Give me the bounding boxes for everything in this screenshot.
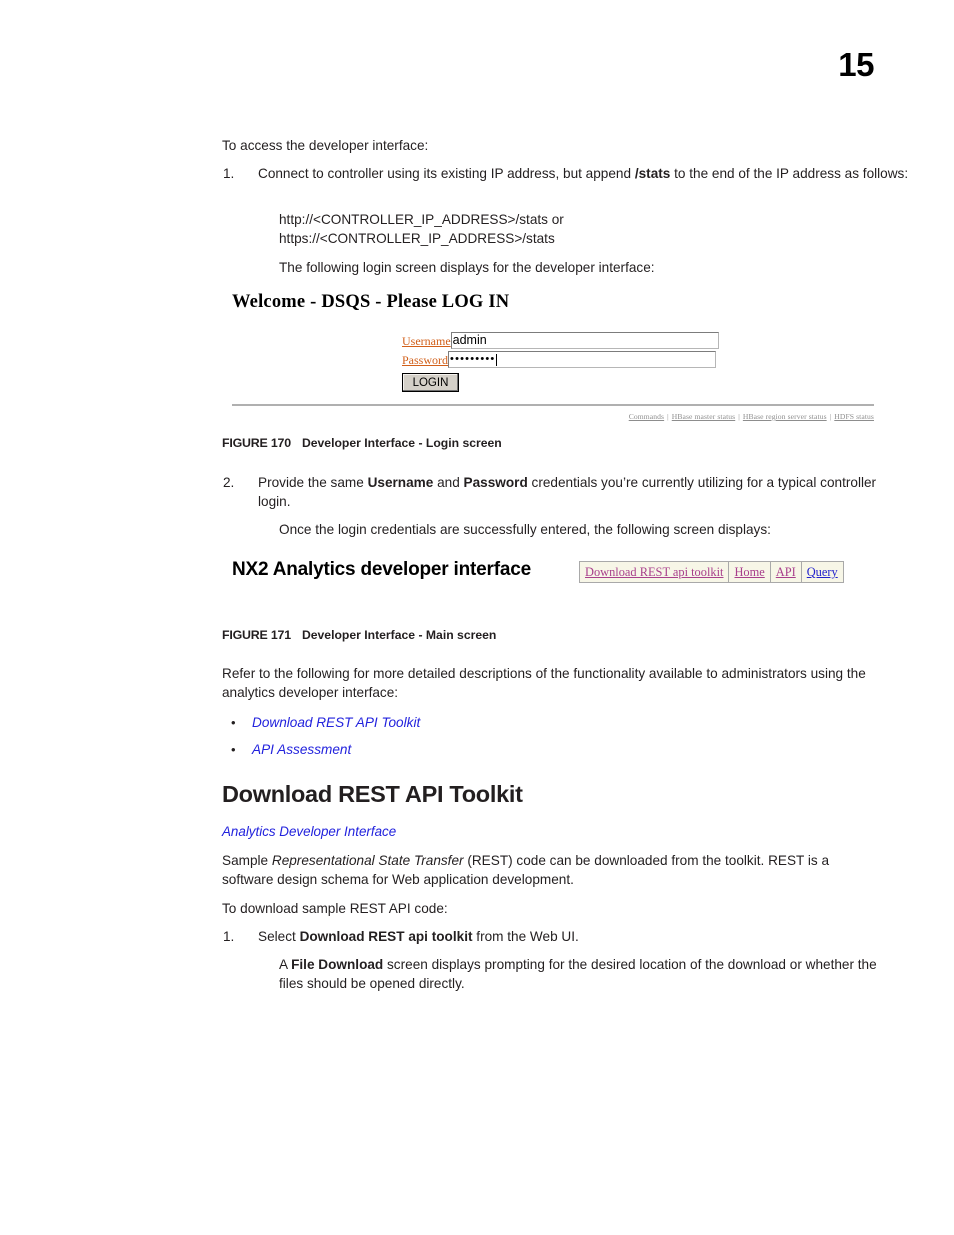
- download-lead: To download sample REST API code:: [222, 901, 448, 916]
- step-2-text: Provide the same Username and Password c…: [258, 473, 910, 511]
- username-label[interactable]: Username: [402, 332, 451, 351]
- login-form: Username admin Password ••••••••• LOGIN: [402, 332, 719, 392]
- footer-separator-1: |: [667, 412, 669, 421]
- figure-170-number: FIGURE 170: [222, 436, 291, 450]
- footer-link-hbase-master-status[interactable]: HBase master status: [672, 412, 735, 421]
- footer-link-hbase-region-server-status[interactable]: HBase region server status: [743, 412, 827, 421]
- link-download-rest-api-toolkit[interactable]: Download REST API Toolkit: [252, 715, 420, 730]
- step-1-text-b: to the end of the IP address as follows:: [670, 166, 909, 181]
- nav-cell-api[interactable]: API: [771, 562, 802, 582]
- figure-main-screen: NX2 Analytics developer interface Downlo…: [232, 558, 852, 592]
- substep-text-a: A: [279, 957, 292, 972]
- section-xref-wrapper: Analytics Developer Interface: [222, 823, 874, 841]
- figure-171-title: Developer Interface - Main screen: [301, 628, 497, 642]
- nav-link-api[interactable]: API: [776, 562, 796, 582]
- link-api-assessment[interactable]: API Assessment: [252, 742, 351, 757]
- page-number: 15: [838, 46, 874, 83]
- substep-bold: File Download: [291, 957, 384, 972]
- developer-interface-navbar: Download REST api toolkit Home API Query: [579, 561, 844, 583]
- username-row: Username admin: [402, 332, 719, 351]
- step-1-text: Connect to controller using its existing…: [258, 164, 910, 183]
- step-2-text-a: Provide the same: [258, 475, 368, 490]
- nav-link-query[interactable]: Query: [807, 562, 838, 582]
- login-footer-links: Commands | HBase master status | HBase regio…: [629, 412, 874, 421]
- list-item: • API Assessment: [222, 736, 822, 763]
- username-input[interactable]: admin: [450, 332, 719, 349]
- step-download-bold: Download REST api toolkit: [299, 929, 473, 944]
- nav-cell-download-rest-api-toolkit[interactable]: Download REST api toolkit: [580, 562, 730, 582]
- list-item: • Download REST API Toolkit: [222, 709, 822, 736]
- nav-link-download-rest-api-toolkit[interactable]: Download REST api toolkit: [585, 562, 723, 582]
- step-download-substep: A File Download screen displays promptin…: [222, 955, 901, 993]
- step-1-number: 1.: [223, 166, 235, 181]
- figure-170-caption: FIGURE 170 Developer Interface - Login sc…: [222, 436, 502, 450]
- text-caret: [496, 353, 498, 366]
- figure-170-title: Developer Interface - Login screen: [301, 436, 502, 450]
- figure-171-number: FIGURE 171: [222, 628, 291, 642]
- step-2-text-b: and: [433, 475, 464, 490]
- main-screen-title: NX2 Analytics developer interface: [232, 559, 531, 580]
- step-download-text-b: from the Web UI.: [472, 929, 579, 944]
- step-download-number: 1.: [223, 929, 235, 944]
- link-analytics-developer-interface[interactable]: Analytics Developer Interface: [222, 824, 396, 839]
- page-title: Download REST API Toolkit: [222, 781, 523, 807]
- nav-cell-home[interactable]: Home: [729, 562, 771, 582]
- url-line-1: http://<CONTROLLER_IP_ADDRESS>/stats or: [279, 212, 564, 227]
- bullet-icon: •: [231, 715, 236, 730]
- footer-separator-2: |: [738, 412, 740, 421]
- figure-login-screen: Welcome - DSQS - Please LOG IN Username …: [232, 292, 874, 432]
- password-row: Password •••••••••: [402, 351, 719, 370]
- step-1-follow: The following login screen displays for …: [279, 260, 655, 275]
- login-divider: [232, 404, 874, 406]
- step-2: 2. Provide the same Username and Passwor…: [222, 473, 910, 511]
- password-label[interactable]: Password: [402, 351, 448, 370]
- url-line-2: https://<CONTROLLER_IP_ADDRESS>/stats: [279, 231, 555, 246]
- cross-reference-list: • Download REST API Toolkit • API Assess…: [222, 709, 822, 763]
- step-1-text-a: Connect to controller using its existing…: [258, 166, 635, 181]
- section-para-a: Sample: [222, 853, 272, 868]
- step-1-bold: /stats: [634, 166, 671, 181]
- step-2-bold-password: Password: [463, 475, 528, 490]
- nav-link-home[interactable]: Home: [734, 562, 764, 582]
- section-paragraph: Sample Representational State Transfer (…: [222, 851, 874, 889]
- nav-cell-query[interactable]: Query: [802, 562, 843, 582]
- document-page: 15 To access the developer interface: 1.…: [0, 0, 954, 1235]
- password-masked-value: •••••••••: [450, 353, 496, 365]
- login-button[interactable]: LOGIN: [402, 373, 459, 392]
- figure-171-caption: FIGURE 171 Developer Interface - Main scr…: [222, 628, 496, 642]
- step-2-follow: Once the login credentials are successfu…: [279, 522, 771, 537]
- password-input[interactable]: •••••••••: [448, 351, 717, 368]
- step-download-text: Select Download REST api toolkit from th…: [258, 927, 910, 946]
- step-2-number: 2.: [223, 475, 235, 490]
- intro-lead: To access the developer interface:: [222, 138, 429, 153]
- login-screen-title: Welcome - DSQS - Please LOG IN: [232, 292, 510, 312]
- footer-link-hdfs-status[interactable]: HDFS status: [834, 412, 874, 421]
- refer-paragraph: Refer to the following for more detailed…: [222, 666, 866, 700]
- section-para-italic: Representational State Transfer: [271, 853, 464, 868]
- footer-link-commands[interactable]: Commands: [629, 412, 664, 421]
- step-download-text-a: Select: [258, 929, 300, 944]
- step-2-bold-username: Username: [367, 475, 434, 490]
- bullet-icon: •: [231, 742, 236, 757]
- step-1-urls: http://<CONTROLLER_IP_ADDRESS>/stats or …: [222, 210, 931, 248]
- step-download-1: 1. Select Download REST api toolkit from…: [222, 927, 910, 946]
- step-1: 1. Connect to controller using its exist…: [222, 164, 910, 183]
